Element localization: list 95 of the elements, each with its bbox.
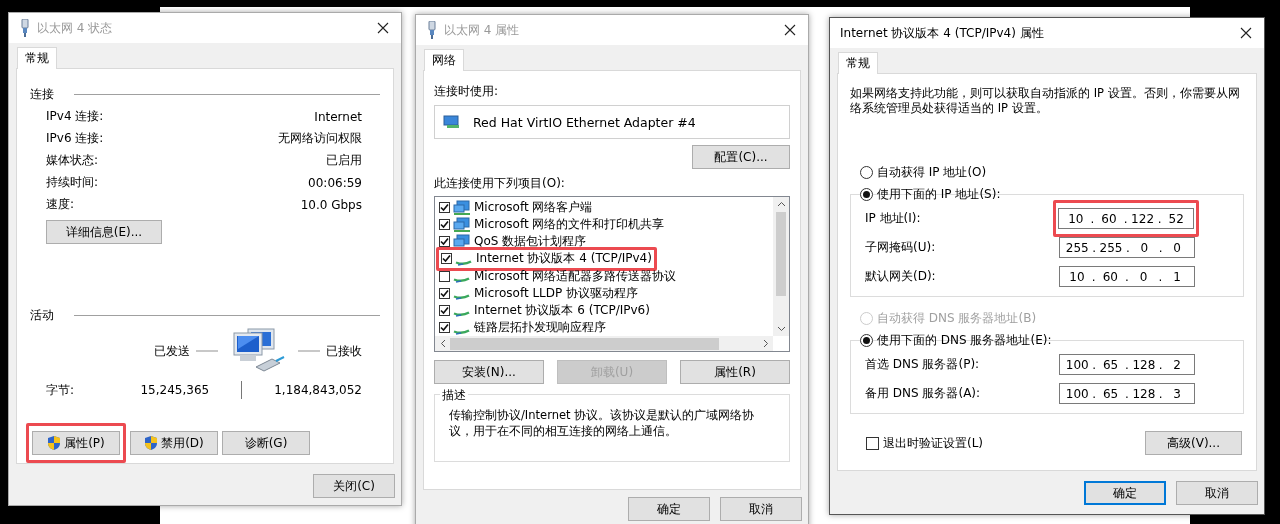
checkbox[interactable]	[439, 304, 450, 316]
close-icon[interactable]	[377, 22, 389, 34]
computer-service-icon	[453, 233, 471, 250]
checkbox[interactable]	[439, 287, 450, 299]
field-value: 无网络访问权限	[278, 130, 362, 147]
description-text: 传输控制协议/Internet 协议。该协议是默认的广域网络协议，用于在不同的相互连接的网络上通信。	[449, 407, 756, 439]
ip-input-field[interactable]: 100 . 65 . 128 . 2	[1059, 354, 1195, 375]
list-item-label[interactable]: 链路层拓扑发现响应程序	[474, 319, 606, 336]
section-heading: 描述	[440, 387, 468, 404]
shield-icon	[144, 435, 159, 451]
button[interactable]: 详细信息(E)...	[46, 220, 162, 244]
checkbox[interactable]	[439, 270, 450, 282]
network-plug-icon	[426, 21, 438, 39]
shield-icon	[47, 435, 62, 451]
field-label: IPv4 连接:	[46, 108, 104, 125]
radio-option[interactable]: 使用下面的 IP 地址(S):	[860, 185, 1001, 203]
button[interactable]: 取消	[720, 497, 802, 521]
button[interactable]: 属性(R)	[680, 360, 790, 384]
button[interactable]: 取消	[1176, 481, 1258, 505]
adapter-field: Red Hat VirtIO Ethernet Adapter #4	[434, 105, 790, 139]
field-value: Internet	[314, 109, 362, 124]
checkbox[interactable]	[439, 219, 450, 231]
window-title: 以太网 4 状态	[37, 20, 114, 36]
window-title: 以太网 4 属性	[444, 22, 521, 38]
protocol-icon	[455, 260, 472, 266]
button[interactable]: 属性(P)	[32, 431, 120, 455]
button[interactable]: 安装(N)...	[434, 360, 544, 384]
checkbox[interactable]	[441, 253, 452, 265]
checkbox[interactable]	[439, 202, 450, 214]
scroll-left-icon	[440, 339, 446, 348]
ip-input-field[interactable]: 255 . 255 . 0 . 0	[1059, 237, 1195, 258]
field-label: 持续时间:	[46, 174, 99, 191]
button[interactable]: 配置(C)...	[692, 145, 790, 169]
computer-service-icon	[453, 216, 471, 233]
field-value: 15,245,365	[139, 383, 210, 397]
ip-input-field[interactable]: 10 . 60 . 0 . 1	[1059, 266, 1195, 287]
protocol-icon	[453, 277, 470, 284]
field-value: 已启用	[326, 152, 362, 169]
ip-input-field[interactable]: 10 . 60 . 122 . 52	[1058, 208, 1194, 229]
protocol-icon	[453, 328, 470, 335]
button[interactable]: 高级(V)...	[1145, 431, 1242, 455]
horizontal-scrollbar[interactable]	[435, 336, 773, 351]
button[interactable]: 确定	[628, 497, 710, 521]
field-label: IP 地址(I):	[865, 210, 921, 227]
field-value: 00:06:59	[308, 175, 362, 190]
window-title: Internet 协议版本 4 (TCP/IPv4) 属性	[840, 25, 1045, 41]
close-icon[interactable]	[1240, 27, 1252, 39]
list-item-label[interactable]: Microsoft 网络客户端	[474, 199, 593, 217]
field-label: 速度:	[46, 196, 75, 213]
field-label: IPv6 连接:	[46, 130, 104, 147]
protocol-icon	[453, 311, 470, 318]
button[interactable]: 禁用(D)	[130, 431, 218, 455]
checkbox-label: 退出时验证设置(L)	[883, 434, 984, 452]
field-label: 连接时使用:	[434, 83, 500, 100]
protocol-icon	[453, 294, 470, 301]
network-plug-icon	[19, 19, 31, 37]
tab[interactable]: 常规	[17, 47, 57, 69]
scroll-up-icon	[776, 201, 786, 207]
vertical-scrollbar[interactable]	[773, 197, 789, 336]
list-item-label[interactable]: Microsoft 网络适配器多路传送器协议	[474, 267, 677, 285]
field-label: 首选 DNS 服务器(P):	[865, 356, 980, 373]
field-label: 默认网关(D):	[865, 268, 936, 285]
field-label: 媒体状态:	[46, 152, 99, 169]
computer-service-icon	[453, 199, 471, 216]
checkbox[interactable]	[439, 236, 450, 248]
list-item-label[interactable]: Microsoft 网络的文件和打印机共享	[474, 216, 665, 234]
button[interactable]: 确定	[1084, 481, 1166, 505]
scroll-down-icon	[776, 326, 786, 332]
description-text: 如果网络支持此功能，则可以获取自动指派的 IP 设置。否则，你需要从网络系统管理员处获得适当的 IP 设置。	[850, 86, 1241, 116]
tab[interactable]: 网络	[424, 49, 464, 71]
field-label: 子网掩码(U):	[865, 239, 936, 256]
section-heading: 连接	[30, 86, 54, 103]
radio-option[interactable]: 自动获得 IP 地址(O)	[860, 163, 1244, 181]
radio-option[interactable]: 使用下面的 DNS 服务器地址(E):	[860, 331, 1052, 349]
field-label: 备用 DNS 服务器(A):	[865, 385, 981, 402]
sent-label: 已发送	[154, 342, 190, 360]
tab[interactable]: 常规	[838, 52, 878, 74]
network-card-icon	[443, 115, 461, 129]
list-item-label[interactable]: Microsoft LLDP 协议驱动程序	[474, 284, 639, 302]
field-label: 字节:	[46, 381, 76, 399]
button[interactable]: 关闭(C)	[313, 474, 395, 498]
field-label: 此连接使用下列项目(O):	[434, 175, 566, 192]
checkbox[interactable]	[866, 436, 879, 450]
list-item-label[interactable]: Internet 协议版本 6 (TCP/IPv6)	[474, 301, 650, 319]
list-item-label[interactable]: Internet 协议版本 4 (TCP/IPv4)	[476, 250, 652, 268]
ip-input-field[interactable]: 100 . 65 . 128 . 3	[1059, 383, 1195, 404]
received-label: 已接收	[326, 342, 362, 360]
checkbox[interactable]	[439, 322, 450, 333]
section-heading: 活动	[30, 307, 54, 324]
close-icon[interactable]	[784, 24, 796, 36]
field-value: 1,184,843,052	[274, 383, 362, 397]
list-item-label[interactable]: QoS 数据包计划程序	[474, 233, 587, 251]
field-value: 10.0 Gbps	[300, 197, 362, 212]
scroll-right-icon	[763, 339, 769, 348]
button[interactable]: 诊断(G)	[222, 431, 310, 455]
